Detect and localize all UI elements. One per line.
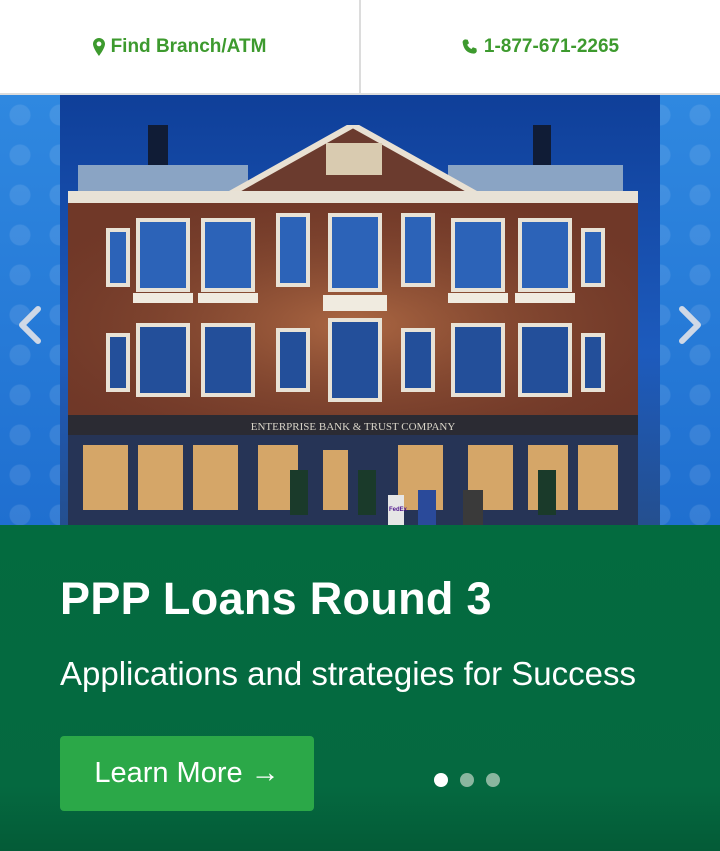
carousel-dot-2[interactable]	[460, 773, 474, 787]
chevron-right-icon	[679, 306, 701, 344]
phone-number: 1-877-671-2265	[483, 35, 620, 57]
facade-sign: ENTERPRISE BANK & TRUST COMPANY	[251, 421, 456, 433]
bank-building-image: ENTERPRISE BANK & TRUST COMPANY FedEx	[68, 125, 638, 525]
carousel-prev-button[interactable]	[10, 300, 50, 350]
carousel-next-button[interactable]	[670, 300, 710, 350]
promo-subtitle: Applications and strategies for Success	[60, 655, 636, 692]
carousel-dot-1[interactable]	[434, 773, 448, 787]
find-branch-link[interactable]: Find Branch/ATM	[0, 0, 359, 93]
utility-bar: Find Branch/ATM 1-877-671-2265	[0, 0, 720, 95]
phone-icon	[462, 38, 478, 55]
learn-more-button[interactable]: Learn More →	[60, 736, 314, 811]
phone-link[interactable]: 1-877-671-2265	[359, 0, 720, 93]
hero-carousel: ENTERPRISE BANK & TRUST COMPANY FedEx	[0, 95, 720, 525]
find-branch-label: Find Branch/ATM	[110, 35, 267, 57]
fedex-mark: FedEx	[389, 507, 408, 513]
map-marker-icon	[92, 37, 105, 56]
chevron-left-icon	[19, 306, 41, 344]
promo-panel: PPP Loans Round 3 Applications and strat…	[0, 525, 720, 851]
carousel-indicators	[434, 773, 500, 787]
promo-title: PPP Loans Round 3	[60, 573, 492, 624]
carousel-dot-3[interactable]	[486, 773, 500, 787]
